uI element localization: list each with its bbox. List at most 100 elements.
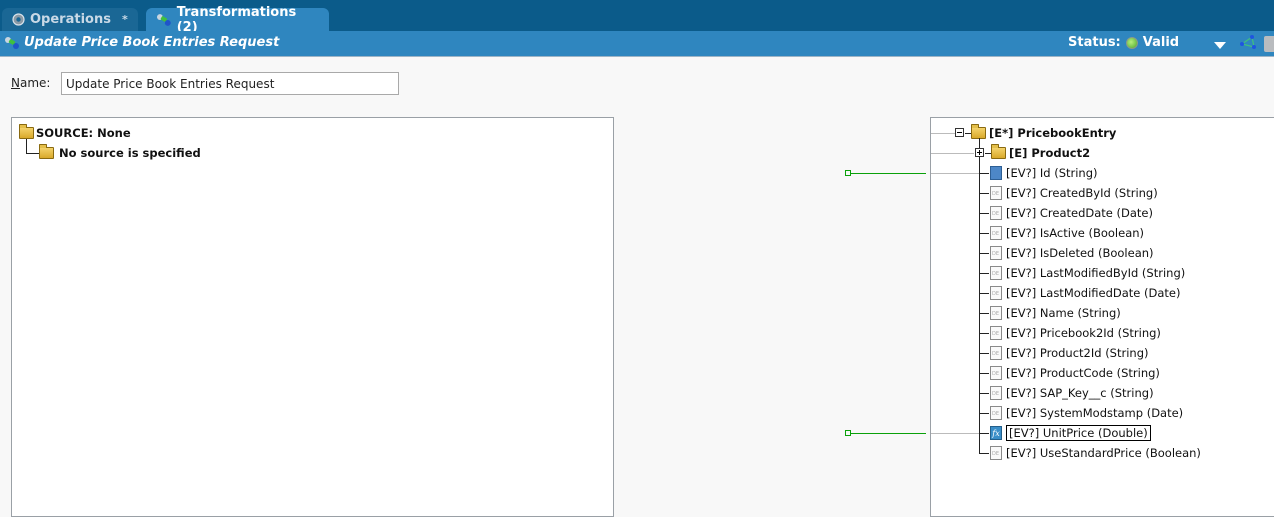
field-label: [EV?] Id (String): [1006, 166, 1098, 180]
formula-icon: fx: [990, 426, 1002, 440]
status-valid-icon: [1125, 36, 1138, 49]
tree-connector: [979, 233, 989, 234]
target-field-node[interactable]: [EV?] Pricebook2Id (String): [990, 324, 1161, 342]
tab-operations[interactable]: Operations *: [2, 8, 138, 31]
field-icon: [990, 226, 1002, 240]
field-icon: [990, 366, 1002, 380]
target-root-node[interactable]: [E*] PricebookEntry: [971, 124, 1116, 142]
field-icon: [990, 326, 1002, 340]
field-icon: [990, 246, 1002, 260]
field-label: [EV?] LastModifiedById (String): [1006, 266, 1186, 280]
tree-connector: [979, 333, 989, 334]
editor-header: Update Price Book Entries Request Status…: [0, 31, 1274, 57]
target-field-node[interactable]: [EV?] CreatedDate (Date): [990, 204, 1153, 222]
target-group-node[interactable]: [E] Product2: [991, 144, 1090, 162]
mapping-line[interactable]: [851, 173, 926, 174]
folder-icon: [39, 144, 54, 159]
source-child-node[interactable]: No source is specified: [39, 144, 201, 162]
target-field-node[interactable]: [EV?] IsDeleted (Boolean): [990, 244, 1154, 262]
field-icon: [990, 266, 1002, 280]
target-field-node[interactable]: [EV?] Id (String): [990, 164, 1098, 182]
modified-marker: *: [121, 13, 128, 26]
target-field-node[interactable]: fx [EV?] UnitPrice (Double): [990, 424, 1151, 442]
tree-connector: [26, 139, 27, 153]
target-field-node[interactable]: [EV?] IsActive (Boolean): [990, 224, 1144, 242]
status-value: Valid: [1142, 35, 1180, 50]
tree-connector: [979, 253, 989, 254]
tree-connector: [979, 393, 989, 394]
tree-connector: [979, 193, 989, 194]
field-label: [EV?] UseStandardPrice (Boolean): [1006, 446, 1201, 460]
field-icon: [990, 186, 1002, 200]
tree-connector: [979, 293, 989, 294]
folder-open-icon: [19, 124, 34, 139]
tab-label: Operations: [30, 12, 111, 27]
transformation-icon: [156, 13, 171, 26]
mapped-field-icon: [990, 166, 1002, 180]
field-label: [EV?] Pricebook2Id (String): [1006, 326, 1161, 340]
target-field-node[interactable]: [EV?] UseStandardPrice (Boolean): [990, 444, 1201, 462]
tree-connector: [979, 173, 989, 174]
source-root-node[interactable]: SOURCE: None: [19, 124, 131, 142]
mapping-line[interactable]: [851, 433, 926, 434]
tree-connector: [979, 453, 989, 454]
guide-line: [931, 133, 955, 134]
field-label: [EV?] Product2Id (String): [1006, 346, 1149, 360]
collapse-icon[interactable]: [955, 128, 964, 137]
field-label: [EV?] CreatedById (String): [1006, 186, 1158, 200]
field-label: [EV?] ProductCode (String): [1006, 366, 1160, 380]
mapping-graph-icon[interactable]: [1240, 34, 1258, 50]
tree-connector: [979, 353, 989, 354]
field-icon: [990, 406, 1002, 420]
tree-connector: [979, 273, 989, 274]
transformation-icon: [5, 37, 19, 49]
tree-connector: [979, 313, 989, 314]
chevron-down-icon[interactable]: [1214, 42, 1226, 49]
tree-connector: [979, 433, 989, 434]
field-label: [EV?] CreatedDate (Date): [1006, 206, 1153, 220]
tree-connector: [979, 213, 989, 214]
target-field-node[interactable]: [EV?] CreatedById (String): [990, 184, 1158, 202]
tree-connector: [979, 413, 989, 414]
target-field-node[interactable]: [EV?] LastModifiedDate (Date): [990, 284, 1181, 302]
target-field-node[interactable]: [EV?] Name (String): [990, 304, 1121, 322]
tab-bar: Operations * Transformations (2): [0, 0, 1274, 35]
target-field-node[interactable]: [EV?] SAP_Key__c (String): [990, 384, 1154, 402]
field-icon: [990, 206, 1002, 220]
target-field-node[interactable]: [EV?] ProductCode (String): [990, 364, 1160, 382]
field-label: [EV?] UnitPrice (Double): [1006, 425, 1151, 441]
field-label: [EV?] SystemModstamp (Date): [1006, 406, 1184, 420]
tab-transformations[interactable]: Transformations (2): [146, 5, 329, 35]
tree-connector: [979, 373, 989, 374]
field-icon: [990, 446, 1002, 460]
field-label: [EV?] SAP_Key__c (String): [1006, 386, 1154, 400]
field-icon: [990, 306, 1002, 320]
status-indicator: Status: Valid: [1068, 35, 1179, 50]
name-label: Name:: [11, 76, 51, 90]
status-label: Status:: [1068, 35, 1121, 50]
source-panel: SOURCE: None No source is specified: [11, 117, 614, 517]
field-label: [EV?] Name (String): [1006, 306, 1121, 320]
field-icon: [990, 346, 1002, 360]
field-icon: [990, 386, 1002, 400]
tree-connector: [26, 153, 39, 154]
target-field-node[interactable]: [EV?] Product2Id (String): [990, 344, 1149, 362]
field-icon: [990, 286, 1002, 300]
target-field-node[interactable]: [EV?] SystemModstamp (Date): [990, 404, 1183, 422]
tab-label: Transformations (2): [176, 4, 297, 35]
field-label: [EV?] IsActive (Boolean): [1006, 226, 1145, 240]
transformation-title: Update Price Book Entries Request: [24, 35, 280, 50]
name-input[interactable]: [61, 72, 399, 95]
target-field-node[interactable]: [EV?] LastModifiedById (String): [990, 264, 1185, 282]
field-label: [EV?] LastModifiedDate (Date): [1006, 286, 1181, 300]
guide-line: [931, 173, 979, 174]
tree-connector: [979, 138, 980, 454]
operations-icon: [12, 13, 25, 26]
folder-icon: [991, 144, 1006, 159]
target-panel: [E*] PricebookEntry [E] Product2 [EV?] I…: [930, 117, 1274, 517]
field-label: [EV?] IsDeleted (Boolean): [1006, 246, 1154, 260]
guide-line: [931, 433, 979, 434]
save-icon[interactable]: [1264, 36, 1274, 52]
expand-icon[interactable]: [975, 148, 984, 157]
guide-line: [931, 153, 974, 154]
